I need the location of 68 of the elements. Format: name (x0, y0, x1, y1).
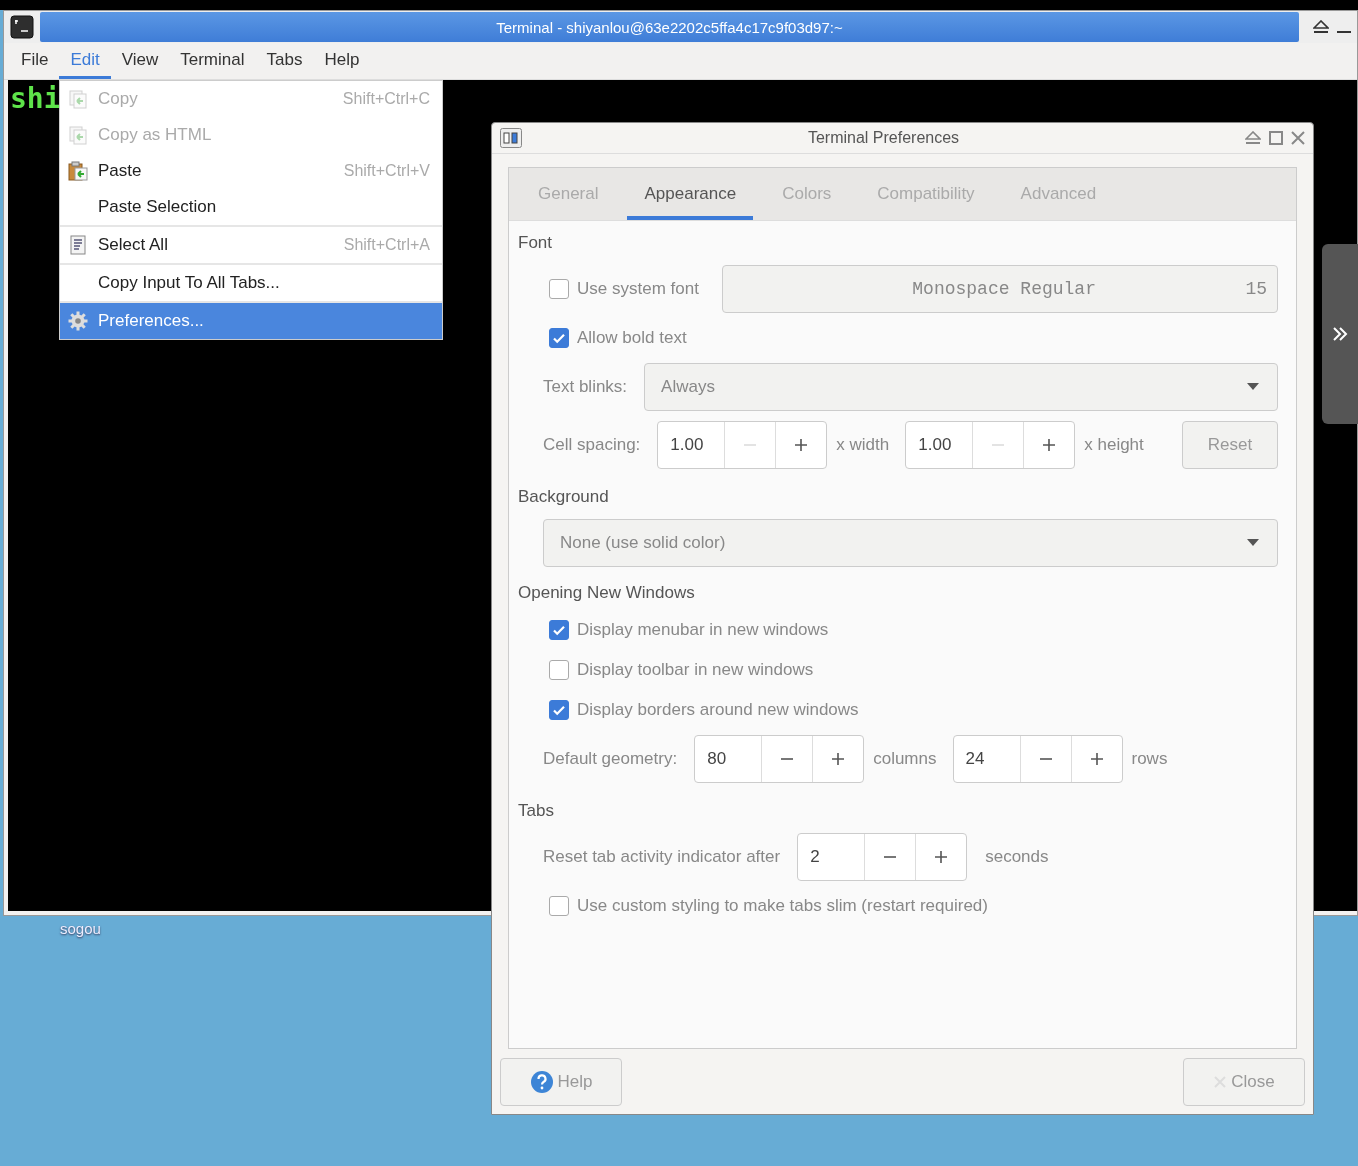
spin-field[interactable]: 80 (694, 735, 865, 783)
side-panel-handle[interactable] (1322, 244, 1358, 424)
window-icon (500, 128, 522, 148)
checkbox[interactable] (549, 620, 569, 640)
eject-icon[interactable] (1313, 20, 1329, 34)
help-icon (529, 1069, 554, 1094)
spin-field[interactable]: 2 (797, 833, 968, 881)
spin-field[interactable]: 24 (952, 735, 1123, 783)
spin-field[interactable]: 1.00 (905, 421, 1076, 469)
unit-label: rows (1131, 749, 1168, 769)
section-heading: Tabs (518, 801, 555, 822)
checkbox-label: Use custom styling to make tabs slim (restart required) (577, 896, 988, 916)
spin-field[interactable]: 1.00 (657, 421, 828, 469)
plus-icon[interactable] (830, 751, 847, 767)
checkbox[interactable] (549, 279, 569, 299)
field-label: Reset tab activity indicator after (543, 847, 781, 867)
menu-item[interactable]: File (10, 43, 60, 79)
menu-item[interactable]: Select All Shift+Ctrl+A (60, 227, 442, 265)
shortcut-text: Shift+Ctrl+C (342, 90, 430, 108)
shortcut-text: Shift+Ctrl+A (343, 236, 430, 254)
copy-icon (68, 89, 88, 109)
field-label: Default geometry: (543, 749, 678, 769)
dropdown[interactable]: Always (644, 363, 1278, 411)
plus-icon[interactable] (1041, 437, 1058, 453)
maximize-icon[interactable] (1269, 131, 1283, 145)
copy-icon (68, 125, 88, 145)
section-heading: Background (518, 487, 610, 508)
checkbox-label: Display borders around new windows (577, 700, 859, 720)
tab[interactable]: Appearance (627, 168, 754, 220)
checkbox-label: Use system font (577, 279, 699, 299)
field-label: Text blinks: (543, 377, 628, 397)
checkbox-label: Display menubar in new windows (577, 620, 829, 640)
menu-item[interactable]: Tabs (255, 43, 314, 79)
close-icon[interactable] (1291, 131, 1305, 145)
plus-icon[interactable] (1088, 751, 1105, 767)
dropdown[interactable]: None (use solid color) (543, 519, 1278, 567)
menu-item[interactable]: Terminal (169, 43, 256, 79)
window-title: Terminal - shiyanlou@63e2202c5ffa4c17c9f03d97:~ (496, 18, 843, 36)
menu-item[interactable]: Help (313, 43, 371, 79)
unit-label: x width (836, 435, 890, 455)
menu-item[interactable]: Paste Selection (60, 189, 442, 227)
checkbox-label: Allow bold text (577, 328, 687, 348)
caret-icon (1247, 539, 1259, 547)
paste-icon (68, 161, 88, 181)
checkbox[interactable] (549, 328, 569, 348)
font-button[interactable]: Monospace Regular 15 (721, 265, 1278, 313)
menu-item[interactable]: View (110, 43, 170, 79)
checkbox[interactable] (549, 700, 569, 720)
unit-label: seconds (985, 847, 1049, 867)
menu-item[interactable]: Paste Shift+Ctrl+V (60, 153, 442, 189)
checkbox[interactable] (549, 896, 569, 916)
shortcut-text: Shift+Ctrl+V (343, 162, 430, 180)
section-heading: Opening New Windows (518, 583, 696, 604)
plus-icon[interactable] (933, 849, 950, 865)
plus-icon[interactable] (793, 437, 810, 453)
settings-icon (68, 311, 88, 331)
checkbox[interactable] (549, 660, 569, 680)
caret-icon (1247, 383, 1259, 391)
dialog-title: Terminal Preferences (806, 129, 961, 147)
menu-item[interactable]: Preferences... (60, 303, 442, 339)
terminal-prompt: shi (9, 82, 61, 115)
document-icon (68, 235, 88, 255)
field-label: Cell spacing: (543, 435, 641, 455)
unit-label: x height (1084, 435, 1144, 455)
unit-label: columns (873, 749, 937, 769)
checkbox-label: Display toolbar in new windows (577, 660, 814, 680)
section-heading: Font (518, 233, 554, 254)
double-chevron-icon (1331, 325, 1349, 343)
